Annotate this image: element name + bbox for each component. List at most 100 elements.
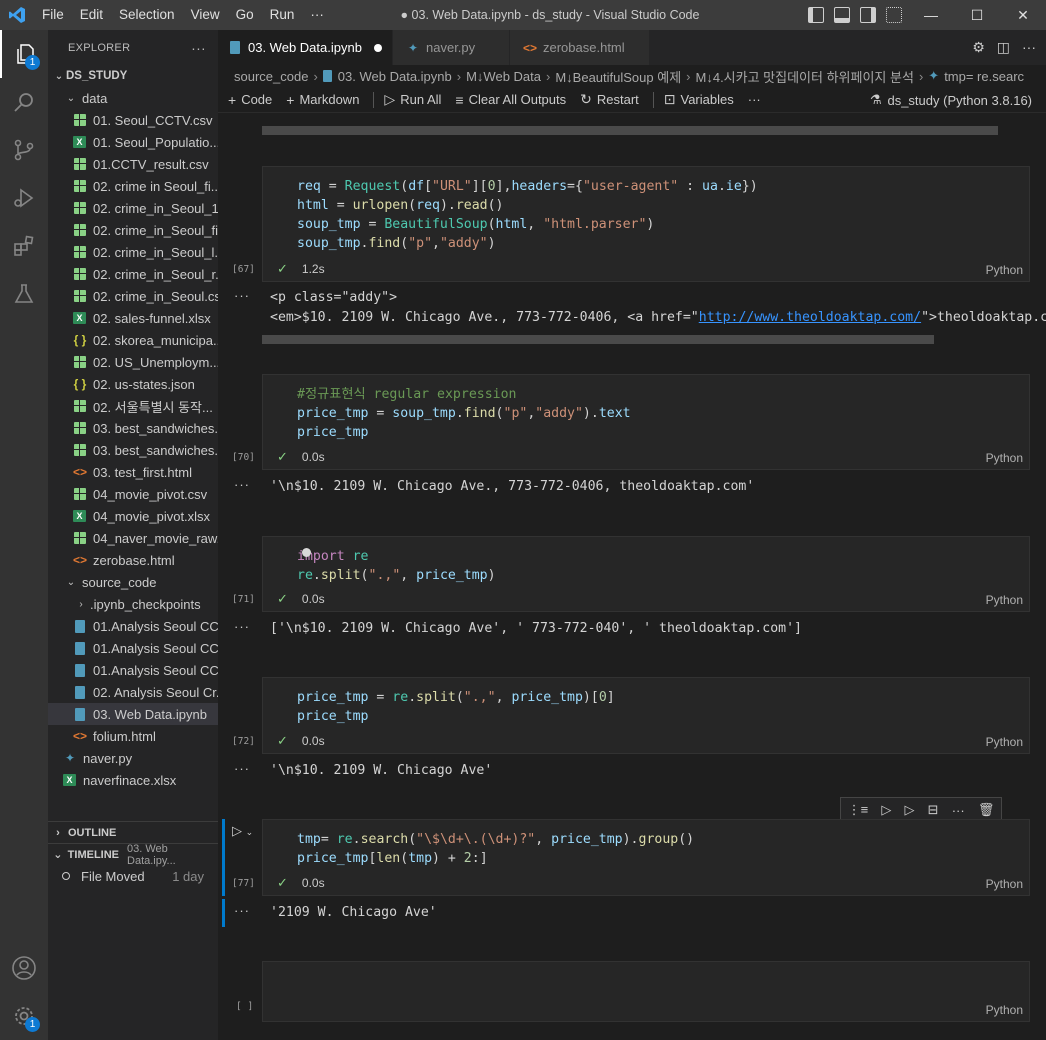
folder-source-code[interactable]: ⌄ source_code: [48, 571, 218, 593]
file-item[interactable]: 02. crime_in_Seoul_fi...: [48, 219, 218, 241]
file-item[interactable]: 01. Seoul_CCTV.csv: [48, 109, 218, 131]
file-item[interactable]: <> folium.html: [48, 725, 218, 747]
explorer-activity[interactable]: 1: [0, 30, 48, 78]
toggle-secondary-sidebar-icon[interactable]: [860, 7, 876, 23]
variables-button[interactable]: ⊡ Variables: [664, 91, 734, 108]
lightbulb-icon[interactable]: [302, 548, 311, 557]
code-cell[interactable]: price_tmp = re.split(".,", price_tmp)[0]…: [262, 677, 1030, 754]
file-item[interactable]: 02. crime in Seoul_fi...: [48, 175, 218, 197]
cell-code[interactable]: tmp= re.search("\$\d+\.(\d+)?", price_tm…: [263, 820, 1029, 868]
timeline-entry[interactable]: File Moved 1 day: [48, 865, 218, 887]
tab-naver-py[interactable]: ✦ naver.py: [393, 30, 510, 65]
execute-above-icon[interactable]: ▷: [881, 802, 891, 818]
folder-data[interactable]: ⌄ data: [48, 87, 218, 109]
cell-language[interactable]: Python: [986, 877, 1023, 891]
output-more-icon[interactable]: ···: [234, 619, 250, 634]
cell-language[interactable]: Python: [986, 1003, 1023, 1017]
toggle-panel-icon[interactable]: [834, 7, 850, 23]
menu-edit[interactable]: Edit: [72, 0, 111, 30]
restart-button[interactable]: ↻ Restart: [580, 91, 639, 108]
output-scrollbar[interactable]: [262, 335, 934, 344]
clear-outputs-button[interactable]: ≡ Clear All Outputs: [455, 92, 566, 108]
file-item[interactable]: 04_movie_pivot.csv: [48, 483, 218, 505]
file-item[interactable]: { } 02. skorea_municipa...: [48, 329, 218, 351]
cell-code[interactable]: #정규표현식 regular expression price_tmp = so…: [263, 375, 1029, 442]
unsaved-dot-icon[interactable]: [373, 43, 382, 52]
cell-language[interactable]: Python: [986, 263, 1023, 277]
file-item[interactable]: <> zerobase.html: [48, 549, 218, 571]
breadcrumb-item[interactable]: M↓Web Data: [466, 69, 541, 84]
execute-below-icon[interactable]: ▷: [904, 802, 914, 818]
output-more-icon[interactable]: ···: [234, 761, 250, 776]
tab-zerobase-html[interactable]: <> zerobase.html: [510, 30, 650, 65]
file-item[interactable]: ✦ naver.py: [48, 747, 218, 769]
search-activity[interactable]: [0, 78, 48, 126]
outline-section[interactable]: › OUTLINE: [48, 821, 218, 843]
toolbar-more-button[interactable]: ···: [748, 92, 761, 107]
file-item[interactable]: 01.Analysis Seoul CC...: [48, 659, 218, 681]
file-item[interactable]: 03. best_sandwiches...: [48, 417, 218, 439]
tab-web-data-ipynb[interactable]: 03. Web Data.ipynb: [218, 30, 393, 65]
extensions-activity[interactable]: [0, 222, 48, 270]
timeline-section[interactable]: ⌄ TIMELINE 03. Web Data.ipy...: [48, 843, 218, 867]
toggle-primary-sidebar-icon[interactable]: [808, 7, 824, 23]
manage-activity[interactable]: 1: [0, 992, 48, 1040]
file-item[interactable]: 04_naver_movie_raw...: [48, 527, 218, 549]
split-cell-icon[interactable]: ⊟: [928, 802, 939, 818]
menu-more[interactable]: ···: [302, 0, 332, 30]
run-by-line-icon[interactable]: ⋮≡: [848, 802, 869, 818]
code-cell-focused[interactable]: tmp= re.search("\$\d+\.(\d+)?", price_tm…: [262, 819, 1030, 896]
cell-code[interactable]: import re re.split(".,", price_tmp): [263, 537, 1029, 585]
file-item[interactable]: 02. crime_in_Seoul_r...: [48, 263, 218, 285]
output-scrollbar[interactable]: [262, 126, 998, 135]
run-cell-icon[interactable]: ▷ ⌄: [232, 823, 253, 839]
menu-selection[interactable]: Selection: [111, 0, 183, 30]
workspace-root[interactable]: ⌄ DS_STUDY: [48, 65, 218, 87]
source-control-activity[interactable]: [0, 126, 48, 174]
code-cell[interactable]: #정규표현식 regular expression price_tmp = so…: [262, 374, 1030, 470]
file-item[interactable]: 02. crime_in_Seoul_1...: [48, 197, 218, 219]
cell-code[interactable]: price_tmp = re.split(".,", price_tmp)[0]…: [263, 678, 1029, 726]
file-item[interactable]: 02. crime_in_Seoul_l...: [48, 241, 218, 263]
close-window-button[interactable]: ✕: [1000, 0, 1046, 30]
breadcrumb-item[interactable]: tmp= re.searc: [944, 69, 1024, 84]
cell-language[interactable]: Python: [986, 735, 1023, 749]
file-item[interactable]: X 02. sales-funnel.xlsx: [48, 307, 218, 329]
menu-run[interactable]: Run: [262, 0, 303, 30]
add-markdown-cell-button[interactable]: + Markdown: [286, 92, 359, 108]
breadcrumb-item[interactable]: M↓BeautifulSoup 예제: [555, 67, 681, 86]
output-link[interactable]: http://www.theoldoaktap.com/: [699, 310, 921, 325]
cell-code[interactable]: req = Request(df["URL"][0],headers={"use…: [263, 167, 1029, 253]
minimize-button[interactable]: —: [908, 0, 954, 30]
menu-view[interactable]: View: [183, 0, 228, 30]
file-item[interactable]: 02. 서울특별시 동작...: [48, 395, 218, 417]
file-item[interactable]: <> 03. test_first.html: [48, 461, 218, 483]
delete-cell-icon[interactable]: 🗑: [978, 802, 995, 818]
add-code-cell-button[interactable]: + Code: [228, 92, 272, 108]
run-all-button[interactable]: ▷ Run All: [384, 91, 441, 108]
cell-language[interactable]: Python: [986, 451, 1023, 465]
file-item[interactable]: 03. best_sandwiches...: [48, 439, 218, 461]
accounts-activity[interactable]: [0, 944, 48, 992]
breadcrumb-item[interactable]: M↓4.시카고 맛집데이터 하위페이지 분석: [696, 67, 914, 86]
file-item[interactable]: 01.Analysis Seoul CC...: [48, 637, 218, 659]
gear-icon[interactable]: ⚙: [972, 39, 985, 56]
file-item[interactable]: 02. crime_in_Seoul.csv: [48, 285, 218, 307]
code-cell-empty[interactable]: Python: [262, 961, 1030, 1022]
file-item[interactable]: 01.Analysis Seoul CC...: [48, 615, 218, 637]
file-item[interactable]: 02. Analysis Seoul Cr...: [48, 681, 218, 703]
file-item[interactable]: 03. Web Data.ipynb: [48, 703, 218, 725]
file-item[interactable]: X 01. Seoul_Populatio...: [48, 131, 218, 153]
split-editor-icon[interactable]: ◫: [997, 39, 1010, 56]
file-item[interactable]: Xnaverfinace.xlsx: [48, 769, 218, 791]
code-cell[interactable]: import re re.split(".,", price_tmp) ✓ 0.0…: [262, 536, 1030, 612]
output-more-icon[interactable]: ···: [234, 903, 250, 918]
file-item[interactable]: 02. US_Unemploym...: [48, 351, 218, 373]
output-more-icon[interactable]: ···: [234, 477, 250, 492]
file-item[interactable]: 01.CCTV_result.csv: [48, 153, 218, 175]
cell-language[interactable]: Python: [986, 593, 1023, 607]
testing-activity[interactable]: [0, 270, 48, 318]
output-more-icon[interactable]: ···: [234, 288, 250, 303]
file-item[interactable]: X 04_movie_pivot.xlsx: [48, 505, 218, 527]
breadcrumb-item[interactable]: 03. Web Data.ipynb: [338, 69, 452, 84]
